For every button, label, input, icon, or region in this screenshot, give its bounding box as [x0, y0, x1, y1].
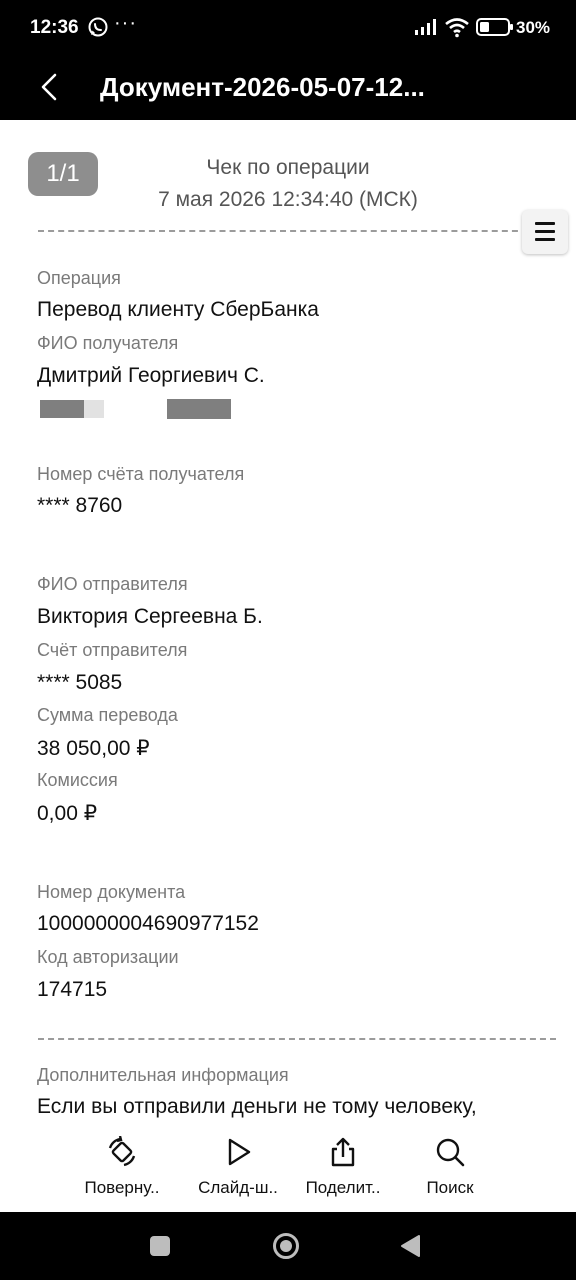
field-value-amount: 38 050,00 ₽ [37, 737, 150, 760]
search-icon [436, 1138, 465, 1167]
field-label-additional-info: Дополнительная информация [37, 1065, 289, 1085]
menu-icon-line [535, 238, 555, 241]
search-button[interactable]: Поиск [390, 1118, 510, 1212]
status-time: 12:36 [30, 17, 79, 38]
field-value-recipient-name: Дмитрий Георгиевич С. [37, 364, 265, 387]
divider [38, 1038, 556, 1040]
share-label: Поделит.. [305, 1178, 381, 1197]
redacted-phone [84, 400, 104, 418]
battery-icon [476, 18, 513, 36]
field-label-sender-name: ФИО отправителя [37, 574, 188, 594]
battery-percent: 30% [516, 18, 551, 37]
field-value-commission: 0,00 ₽ [37, 802, 98, 825]
divider [38, 230, 528, 232]
field-label-operation: Операция [37, 268, 121, 288]
slideshow-label: Слайд-ш.. [198, 1178, 278, 1197]
status-bar: 12:36 ··· 30% [0, 0, 576, 56]
field-value-additional-info: Если вы отправили деньги не тому человек… [37, 1095, 477, 1118]
rotate-button[interactable]: Поверну.. [62, 1118, 182, 1212]
signal-icon [415, 19, 436, 35]
whatsapp-icon [88, 17, 108, 37]
receipt-title: Чек по операции [206, 156, 370, 179]
field-value-auth-code: 174715 [37, 978, 108, 1001]
field-value-sender-name: Виктория Сергеевна Б. [37, 605, 263, 628]
field-value-operation: Перевод клиенту СберБанка [37, 298, 319, 321]
field-value-recipient-account: **** 8760 [37, 494, 123, 517]
field-label-auth-code: Код авторизации [37, 947, 179, 967]
menu-icon-line [535, 222, 555, 225]
play-icon [228, 1138, 251, 1166]
field-label-amount: Сумма перевода [37, 705, 178, 725]
back-triangle-icon[interactable] [399, 1234, 421, 1258]
title-bar: Документ-2026-05-07-12... [0, 56, 576, 120]
rotate-icon [108, 1136, 136, 1167]
wifi-icon [445, 18, 469, 38]
menu-button[interactable] [522, 210, 568, 254]
redacted-phone [40, 400, 84, 418]
bottom-toolbar: Поверну.. Слайд-ш.. Поделит.. Поиск [0, 1118, 576, 1212]
field-label-recipient-account: Номер счёта получателя [37, 464, 245, 484]
rotate-label: Поверну.. [84, 1178, 160, 1197]
field-label-recipient-name: ФИО получателя [37, 333, 179, 353]
back-arrow-icon[interactable] [38, 72, 60, 102]
document-title: Документ-2026-05-07-12... [100, 72, 425, 102]
receipt-date: 7 мая 2026 12:34:40 (МСК) [158, 188, 418, 211]
system-nav-bar [0, 1212, 576, 1280]
slideshow-button[interactable]: Слайд-ш.. [178, 1118, 298, 1212]
field-label-document-number: Номер документа [37, 882, 186, 902]
more-dots-icon: ··· [114, 12, 137, 34]
redacted-phone [167, 399, 231, 419]
search-label: Поиск [426, 1178, 474, 1197]
field-label-sender-account: Счёт отправителя [37, 640, 188, 660]
field-value-document-number: 1000000004690977152 [37, 912, 259, 935]
field-label-commission: Комиссия [37, 770, 118, 790]
recents-square-icon[interactable] [150, 1236, 170, 1256]
sber-logo [178, 120, 408, 128]
field-value-sender-account: **** 5085 [37, 671, 123, 694]
document-viewer[interactable]: 1/1 Чек по операции 7 мая 2026 12:34:40 … [0, 120, 576, 1118]
share-button[interactable]: Поделит.. [283, 1118, 403, 1212]
home-circle-icon[interactable] [272, 1232, 300, 1260]
menu-icon-line [535, 230, 555, 233]
share-icon [331, 1137, 355, 1167]
